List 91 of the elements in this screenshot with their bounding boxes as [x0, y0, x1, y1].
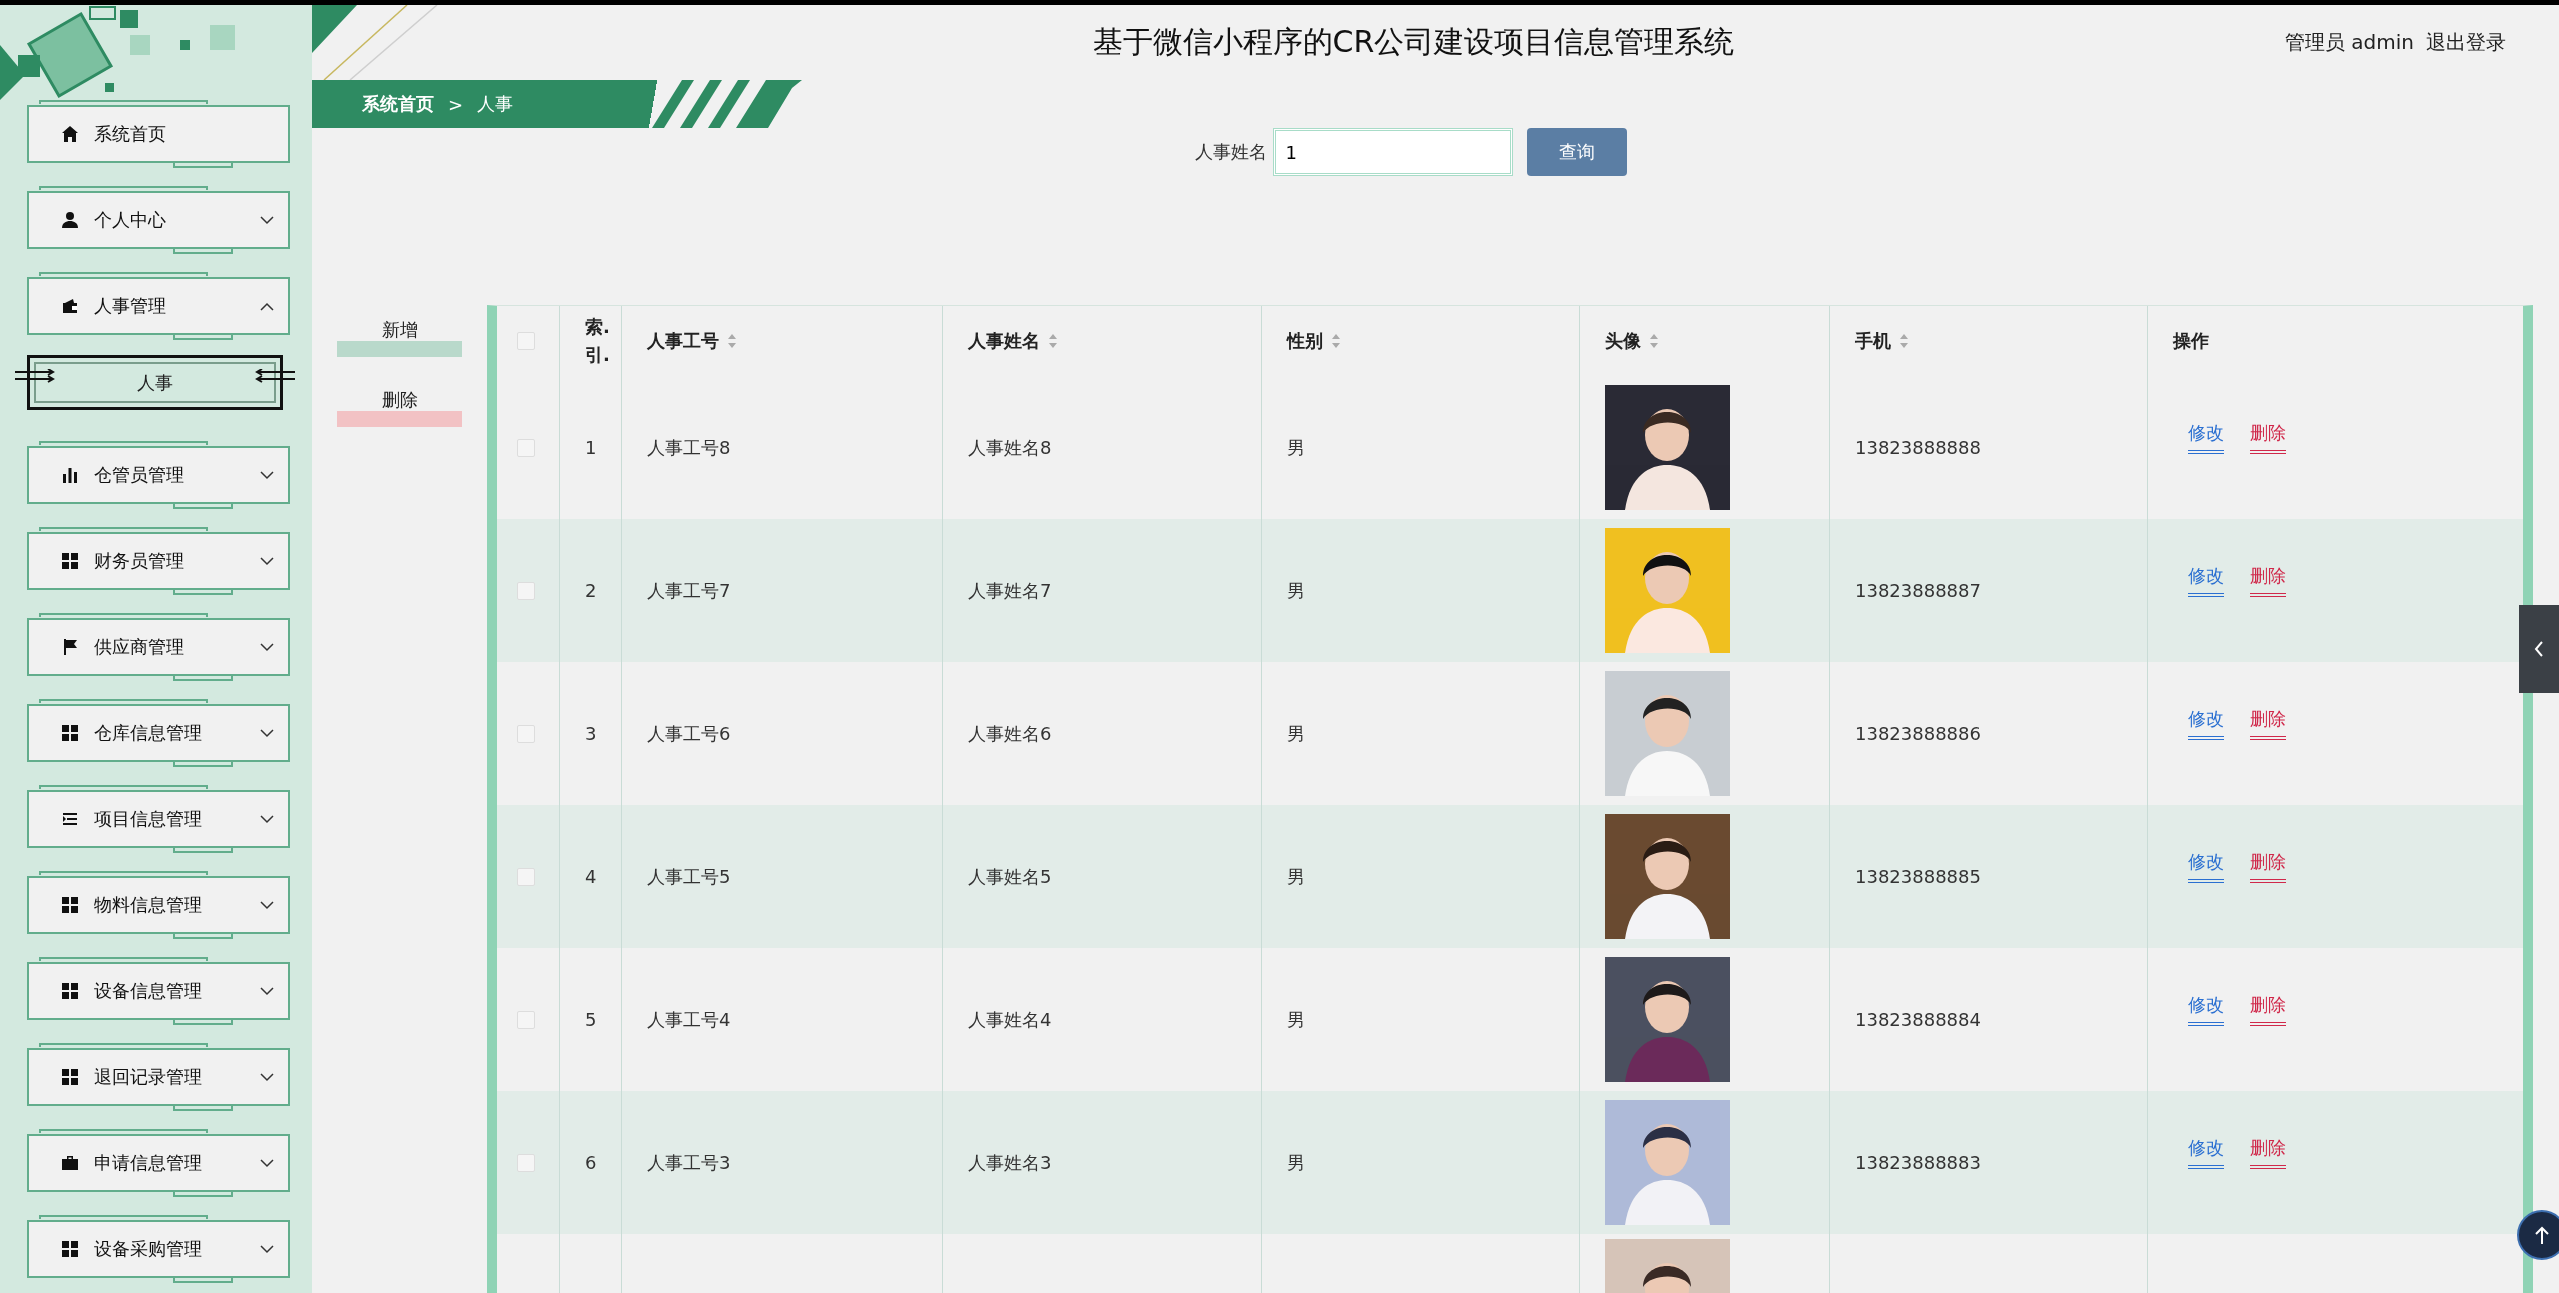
table-cell: 男 — [1287, 864, 1305, 889]
briefcase-icon — [61, 1154, 79, 1172]
edit-link[interactable]: 修改 — [2188, 850, 2224, 883]
table-cell: 13823888887 — [1855, 580, 1981, 601]
search-field[interactable]: 1 — [1272, 128, 1513, 176]
column-header: 操作 — [2172, 329, 2210, 353]
row-checkbox[interactable] — [517, 1153, 535, 1172]
bar-chart-icon — [61, 466, 79, 484]
double-arrow-icon — [15, 369, 55, 383]
grid-icon — [61, 1240, 79, 1258]
delete-link[interactable]: 删除 — [2250, 993, 2286, 1026]
list-icon — [61, 810, 79, 828]
table-cell: 人事工号7 — [647, 578, 731, 603]
edit-link[interactable]: 修改 — [2188, 993, 2224, 1026]
delete-link[interactable]: 删除 — [2250, 564, 2286, 597]
user-label: 管理员 admin — [2284, 29, 2414, 56]
grid-icon — [61, 1068, 79, 1086]
flag-icon — [61, 638, 79, 656]
sort-icon — [1899, 333, 1909, 349]
table-cell: 男 — [1287, 435, 1305, 460]
sort-icon — [1048, 333, 1058, 349]
row-checkbox[interactable] — [517, 724, 535, 743]
wallet-icon — [61, 297, 79, 315]
up-arrow-icon — [2533, 1225, 2551, 1245]
submenu-item[interactable]: 人事 — [27, 355, 283, 410]
table-cell: 人事姓名6 — [968, 721, 1052, 746]
column-header[interactable]: 人事姓名 — [943, 306, 1262, 376]
table-cell: 人事工号3 — [647, 1150, 731, 1175]
table-cell: 男 — [1287, 1150, 1305, 1175]
grid-icon — [61, 552, 79, 570]
collapse-handle[interactable] — [2519, 605, 2559, 693]
table-cell: 13823888886 — [1855, 723, 1981, 744]
sort-icon — [1331, 333, 1341, 349]
table-cell: 6 — [585, 1152, 597, 1173]
edit-link[interactable]: 修改 — [2188, 1136, 2224, 1169]
search-button[interactable]: 查询 — [1526, 128, 1627, 176]
home-icon — [61, 125, 79, 143]
table-cell: 13823888884 — [1855, 1009, 1981, 1030]
table-cell: 男 — [1287, 1007, 1305, 1032]
logout-link[interactable]: 退出登录 — [2426, 29, 2506, 56]
table-cell: 13823888883 — [1855, 1152, 1981, 1173]
grid-icon — [61, 982, 79, 1000]
column-header: 索. 引. — [560, 306, 622, 376]
table-cell: 2 — [585, 580, 597, 601]
row-checkbox[interactable] — [517, 867, 535, 886]
table-cell: 5 — [585, 1009, 597, 1030]
table-cell: 人事工号5 — [647, 864, 731, 889]
table-cell: 3 — [585, 723, 597, 744]
column-header[interactable]: 性别 — [1262, 306, 1580, 376]
grid-icon — [61, 896, 79, 914]
table-cell: 人事姓名4 — [968, 1007, 1052, 1032]
user-icon — [61, 211, 79, 229]
back-to-top-button[interactable] — [2517, 1210, 2559, 1260]
sort-icon — [1649, 333, 1659, 349]
sort-icon — [727, 333, 737, 349]
column-header[interactable]: 人事工号 — [622, 306, 943, 376]
edit-link[interactable]: 修改 — [2188, 707, 2224, 740]
checkbox[interactable] — [517, 332, 535, 350]
edit-link[interactable]: 修改 — [2188, 564, 2224, 597]
table-cell: 1 — [585, 437, 597, 458]
row-checkbox[interactable] — [517, 1010, 535, 1029]
table-cell: 13823888888 — [1855, 437, 1981, 458]
chevron-left-icon — [2533, 640, 2545, 658]
row-checkbox[interactable] — [517, 438, 535, 457]
search-label: 人事姓名 — [1194, 140, 1267, 164]
delete-link[interactable]: 删除 — [2250, 1136, 2286, 1169]
column-header[interactable]: 手机 — [1830, 306, 2148, 376]
add-button[interactable]: 新增 — [337, 317, 462, 357]
table-cell: 人事姓名5 — [968, 864, 1052, 889]
grid-icon — [61, 724, 79, 742]
table-cell: 人事姓名3 — [968, 1150, 1052, 1175]
breadcrumb-separator: > — [448, 93, 464, 115]
breadcrumb-current: 人事 — [477, 92, 514, 116]
double-arrow-icon — [255, 369, 295, 383]
table-cell: 13823888885 — [1855, 866, 1981, 887]
table-cell: 男 — [1287, 721, 1305, 746]
table-cell: 人事工号8 — [647, 435, 731, 460]
delete-link[interactable]: 删除 — [2250, 707, 2286, 740]
column-header[interactable]: 头像 — [1580, 306, 1830, 376]
delete-link[interactable]: 删除 — [2250, 421, 2286, 454]
table-cell: 4 — [585, 866, 597, 887]
table-cell: 人事工号6 — [647, 721, 731, 746]
table-cell: 人事姓名7 — [968, 578, 1052, 603]
table-cell: 男 — [1287, 578, 1305, 603]
table-cell: 人事姓名8 — [968, 435, 1052, 460]
breadcrumb-link[interactable]: 系统首页 — [362, 92, 434, 116]
page-title: 基于微信小程序的CR公司建设项目信息管理系统 — [1091, 23, 1736, 61]
table-cell: 人事工号4 — [647, 1007, 731, 1032]
edit-link[interactable]: 修改 — [2188, 421, 2224, 454]
delete-link[interactable]: 删除 — [2250, 850, 2286, 883]
row-checkbox[interactable] — [517, 581, 535, 600]
